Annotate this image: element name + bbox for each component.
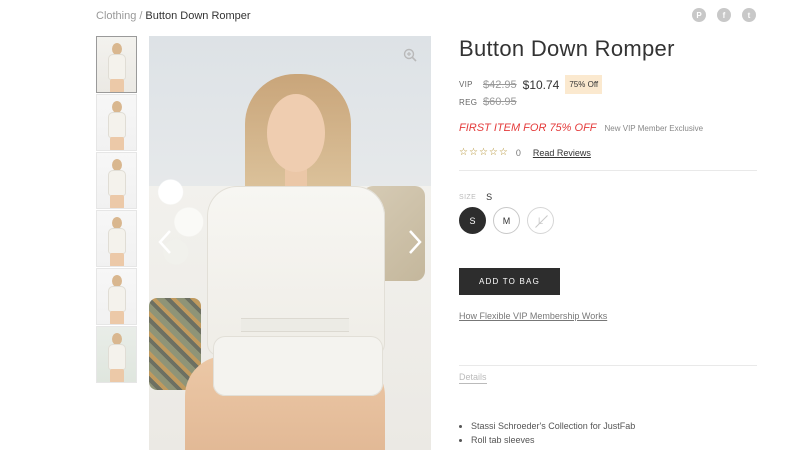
- reg-price-row: REG $60.95: [459, 96, 523, 108]
- product-title: Button Down Romper: [459, 36, 675, 61]
- thumbnail-figure: [108, 344, 126, 370]
- image-model-face: [267, 94, 325, 172]
- zoom-icon[interactable]: [403, 48, 417, 62]
- thumbnail-6[interactable]: [96, 326, 137, 383]
- size-option-m[interactable]: M: [493, 207, 520, 234]
- review-count: 0: [515, 148, 521, 158]
- vip-price: $10.74: [522, 77, 560, 92]
- star-icon: ☆: [488, 147, 498, 158]
- reg-label: REG: [459, 97, 478, 107]
- discount-badge: 75% Off: [565, 75, 603, 94]
- twitter-icon[interactable]: t: [742, 8, 756, 22]
- thumbnail-figure: [108, 286, 126, 312]
- thumbnail-4[interactable]: [96, 210, 137, 267]
- thumbnail-figure: [108, 228, 126, 254]
- divider: [459, 365, 757, 366]
- breadcrumb: Clothing / Button Down Romper: [96, 10, 251, 22]
- vip-membership-link[interactable]: How Flexible VIP Membership Works: [459, 311, 607, 321]
- tab-details[interactable]: Details: [459, 372, 487, 384]
- thumbnail-3[interactable]: [96, 152, 137, 209]
- thumbnail-figure: [108, 54, 126, 80]
- star-icon: ☆: [468, 147, 478, 158]
- size-label-row: SIZE S: [459, 192, 492, 202]
- list-item: Roll tab sleeves: [471, 433, 635, 447]
- pinterest-icon[interactable]: P: [692, 8, 706, 22]
- social-share: P f t: [692, 8, 756, 22]
- breadcrumb-clothing-link[interactable]: Clothing: [96, 10, 136, 22]
- thumbnail-list: [96, 36, 137, 384]
- star-icon: ☆: [459, 147, 468, 158]
- reviews-row: ☆ ☆ ☆ ☆ ☆ 0 Read Reviews: [459, 148, 591, 159]
- star-rating: ☆ ☆ ☆ ☆ ☆: [459, 148, 508, 158]
- vip-label: VIP: [459, 80, 473, 89]
- size-options: S M L: [459, 207, 554, 234]
- size-option-s[interactable]: S: [459, 207, 486, 234]
- thumbnail-figure: [110, 137, 124, 150]
- breadcrumb-separator: /: [139, 10, 143, 22]
- thumbnail-figure: [110, 195, 124, 208]
- thumbnail-figure: [110, 369, 124, 382]
- promo-subtext: New VIP Member Exclusive: [604, 123, 704, 133]
- previous-image-arrow-icon[interactable]: [153, 224, 177, 260]
- size-label: SIZE: [459, 193, 477, 201]
- read-reviews-link[interactable]: Read Reviews: [533, 148, 591, 158]
- thumbnail-figure: [108, 170, 126, 196]
- thumbnail-2[interactable]: [96, 94, 137, 151]
- main-product-image[interactable]: [149, 36, 431, 450]
- next-image-arrow-icon[interactable]: [403, 224, 427, 260]
- size-option-l[interactable]: L: [527, 207, 554, 234]
- image-romper-belt: [241, 318, 349, 332]
- thumbnail-figure: [110, 311, 124, 324]
- promo-message: FIRST ITEM FOR 75% OFF: [459, 122, 597, 134]
- thumbnail-figure: [108, 112, 126, 138]
- thumbnail-5[interactable]: [96, 268, 137, 325]
- divider: [459, 170, 757, 171]
- vip-old-price: $42.95: [483, 78, 517, 91]
- thumbnail-figure: [110, 79, 124, 92]
- star-icon: ☆: [478, 147, 488, 158]
- vip-price-row: VIP $42.95 $10.74 75% Off: [459, 75, 603, 94]
- thumbnail-1[interactable]: [96, 36, 137, 93]
- list-item: Stassi Schroeder's Collection for JustFa…: [471, 419, 635, 433]
- breadcrumb-current: Button Down Romper: [145, 10, 251, 22]
- add-to-bag-button[interactable]: ADD TO BAG: [459, 268, 560, 295]
- reg-price: $60.95: [483, 96, 517, 108]
- image-romper-shorts: [213, 336, 383, 396]
- details-list: Stassi Schroeder's Collection for JustFa…: [471, 419, 635, 447]
- facebook-icon[interactable]: f: [717, 8, 731, 22]
- promo-row: FIRST ITEM FOR 75% OFF New VIP Member Ex…: [459, 122, 703, 134]
- thumbnail-figure: [110, 253, 124, 266]
- selected-size: S: [486, 192, 493, 202]
- star-icon: ☆: [498, 147, 508, 158]
